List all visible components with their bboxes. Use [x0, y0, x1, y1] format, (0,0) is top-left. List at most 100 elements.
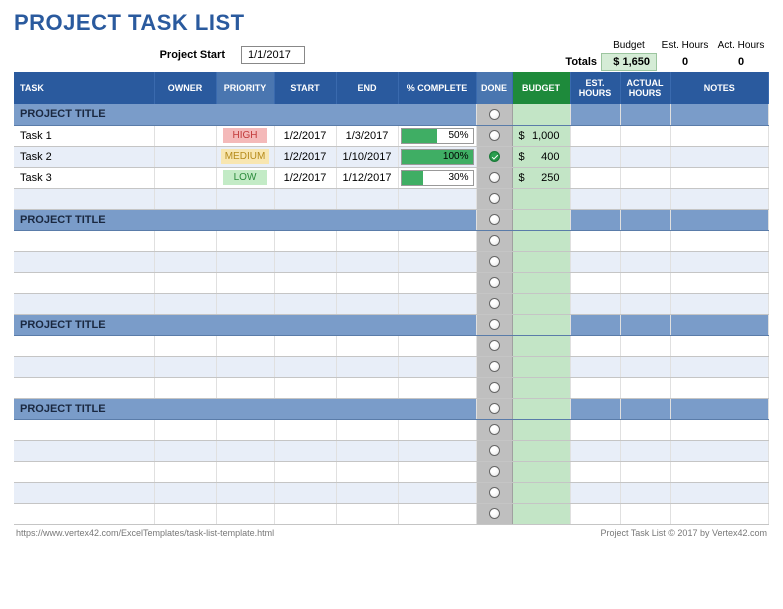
done-radio[interactable]: [489, 151, 500, 162]
blank-row: [14, 503, 769, 524]
done-cell[interactable]: [476, 356, 512, 377]
blank-row: [14, 440, 769, 461]
est-cell[interactable]: [570, 167, 620, 188]
project-start-label: Project Start: [159, 49, 231, 61]
budget-cell[interactable]: [512, 104, 570, 125]
done-cell[interactable]: [476, 461, 512, 482]
notes-cell[interactable]: [670, 146, 769, 167]
done-cell[interactable]: [476, 104, 512, 125]
pct-cell[interactable]: 50%: [398, 125, 476, 146]
start-cell[interactable]: 1/2/2017: [274, 146, 336, 167]
totals-act: 0: [713, 54, 769, 70]
blank-row: [14, 335, 769, 356]
col-priority: PRIORITY: [216, 72, 274, 104]
priority-cell[interactable]: HIGH: [216, 125, 274, 146]
priority-cell[interactable]: MEDIUM: [216, 146, 274, 167]
done-radio[interactable]: [489, 130, 500, 141]
done-radio[interactable]: [489, 508, 500, 519]
done-radio[interactable]: [489, 172, 500, 183]
done-cell[interactable]: [476, 482, 512, 503]
done-cell[interactable]: [476, 377, 512, 398]
done-radio[interactable]: [489, 319, 500, 330]
notes-cell[interactable]: [670, 167, 769, 188]
done-cell[interactable]: [476, 440, 512, 461]
done-radio[interactable]: [489, 277, 500, 288]
done-cell[interactable]: [476, 272, 512, 293]
done-radio[interactable]: [489, 424, 500, 435]
act-cell[interactable]: [620, 125, 670, 146]
budget-cell[interactable]: [512, 314, 570, 335]
done-cell[interactable]: [476, 398, 512, 419]
end-cell[interactable]: 1/10/2017: [336, 146, 398, 167]
budget-cell[interactable]: [512, 209, 570, 230]
budget-cell[interactable]: $1,000: [512, 125, 570, 146]
footer-link[interactable]: https://www.vertex42.com/ExcelTemplates/…: [16, 528, 274, 538]
act-cell[interactable]: [620, 167, 670, 188]
done-radio[interactable]: [489, 214, 500, 225]
section-row: PROJECT TITLE: [14, 314, 769, 335]
task-name[interactable]: Task 1: [14, 125, 154, 146]
done-radio[interactable]: [489, 466, 500, 477]
est-cell[interactable]: [570, 146, 620, 167]
col-owner: OWNER: [154, 72, 216, 104]
start-cell[interactable]: 1/2/2017: [274, 167, 336, 188]
pct-cell[interactable]: 30%: [398, 167, 476, 188]
done-cell[interactable]: [476, 167, 512, 188]
done-radio[interactable]: [489, 361, 500, 372]
task-table: TASK OWNER PRIORITY START END % COMPLETE…: [14, 72, 769, 525]
est-cell[interactable]: [570, 125, 620, 146]
end-cell[interactable]: 1/3/2017: [336, 125, 398, 146]
done-cell[interactable]: [476, 125, 512, 146]
done-radio[interactable]: [489, 109, 500, 120]
done-radio[interactable]: [489, 340, 500, 351]
top-row: Project Start 1/1/2017 Budget Est. Hours…: [14, 44, 769, 66]
blank-row: [14, 293, 769, 314]
task-row: Task 3 LOW1/2/20171/12/201730% $250: [14, 167, 769, 188]
done-radio[interactable]: [489, 403, 500, 414]
owner-cell[interactable]: [154, 167, 216, 188]
done-cell[interactable]: [476, 230, 512, 251]
done-cell[interactable]: [476, 209, 512, 230]
end-cell[interactable]: 1/12/2017: [336, 167, 398, 188]
section-row: PROJECT TITLE: [14, 209, 769, 230]
col-pct: % COMPLETE: [398, 72, 476, 104]
footer-copyright: Project Task List © 2017 by Vertex42.com: [600, 528, 767, 538]
done-cell[interactable]: [476, 503, 512, 524]
done-cell[interactable]: [476, 188, 512, 209]
done-cell[interactable]: [476, 146, 512, 167]
task-name[interactable]: Task 2: [14, 146, 154, 167]
task-row: Task 1 HIGH1/2/20171/3/201750% $1,000: [14, 125, 769, 146]
done-radio[interactable]: [489, 487, 500, 498]
blank-row: [14, 251, 769, 272]
col-start: START: [274, 72, 336, 104]
budget-cell[interactable]: $400: [512, 146, 570, 167]
done-radio[interactable]: [489, 445, 500, 456]
done-cell[interactable]: [476, 293, 512, 314]
est-mini-label: Est. Hours: [657, 40, 713, 51]
owner-cell[interactable]: [154, 125, 216, 146]
done-cell[interactable]: [476, 314, 512, 335]
done-cell[interactable]: [476, 419, 512, 440]
done-radio[interactable]: [489, 193, 500, 204]
budget-cell[interactable]: [512, 398, 570, 419]
start-cell[interactable]: 1/2/2017: [274, 125, 336, 146]
budget-cell[interactable]: $250: [512, 167, 570, 188]
notes-cell[interactable]: [670, 125, 769, 146]
pct-cell[interactable]: 100%: [398, 146, 476, 167]
done-cell[interactable]: [476, 335, 512, 356]
blank-row: [14, 230, 769, 251]
section-row: PROJECT TITLE: [14, 104, 769, 125]
section-title: PROJECT TITLE: [14, 314, 476, 335]
budget-mini-label: Budget: [601, 40, 657, 51]
act-cell[interactable]: [620, 146, 670, 167]
task-name[interactable]: Task 3: [14, 167, 154, 188]
project-start-input[interactable]: 1/1/2017: [241, 46, 305, 64]
owner-cell[interactable]: [154, 146, 216, 167]
done-cell[interactable]: [476, 251, 512, 272]
done-radio[interactable]: [489, 298, 500, 309]
done-radio[interactable]: [489, 382, 500, 393]
done-radio[interactable]: [489, 235, 500, 246]
done-radio[interactable]: [489, 256, 500, 267]
priority-cell[interactable]: LOW: [216, 167, 274, 188]
task-row: Task 2 MEDIUM1/2/20171/10/2017100% $400: [14, 146, 769, 167]
